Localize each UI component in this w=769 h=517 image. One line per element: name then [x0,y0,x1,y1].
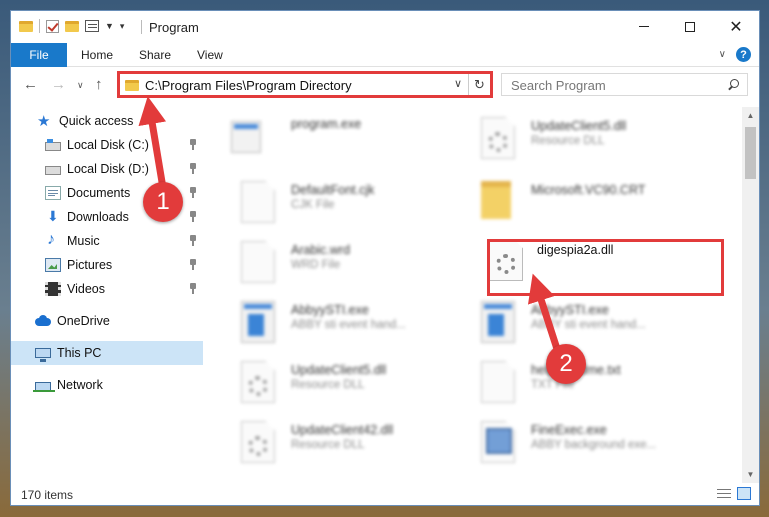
arrow-2 [527,273,562,354]
callout-badge-1: 1 [143,182,183,222]
callout-badge-2: 2 [546,344,586,384]
arrow-1 [138,96,167,189]
callout-arrows [138,96,562,354]
